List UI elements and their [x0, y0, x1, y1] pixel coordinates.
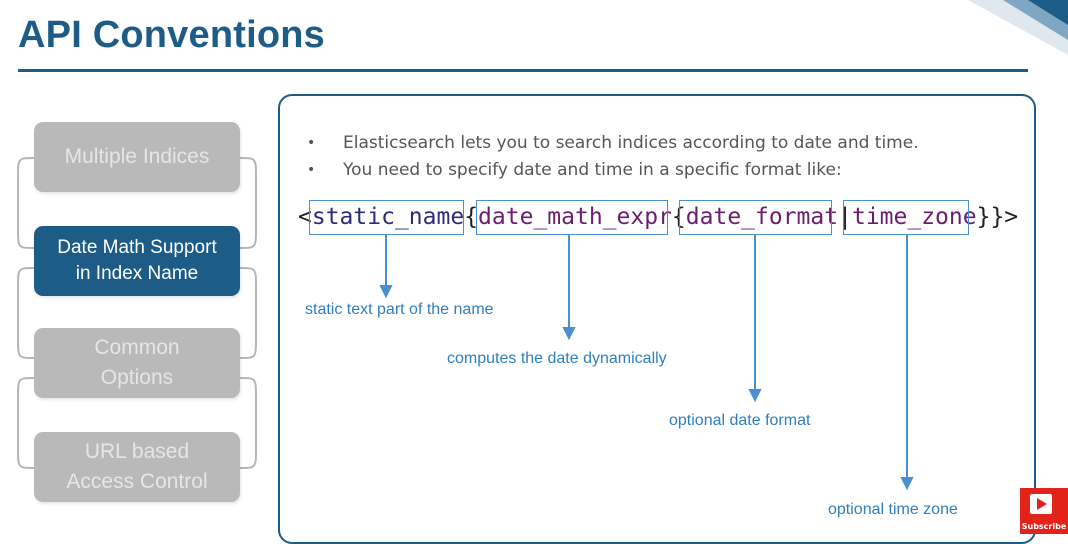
subscribe-button[interactable]: Subscribe	[1020, 488, 1068, 534]
callout-date-format: optional date format	[669, 412, 811, 429]
play-icon	[1030, 494, 1052, 514]
arrow-head-math	[562, 327, 576, 341]
callout-date-math: computes the date dynamically	[447, 350, 667, 367]
arrow-head-static	[379, 285, 393, 299]
subscribe-label: Subscribe	[1021, 522, 1067, 531]
callout-static-text: static text part of the name	[305, 301, 494, 318]
arrow-head-format	[748, 389, 762, 403]
callout-arrows	[379, 235, 914, 491]
arrow-head-timezone	[900, 477, 914, 491]
callout-time-zone: optional time zone	[828, 501, 958, 518]
